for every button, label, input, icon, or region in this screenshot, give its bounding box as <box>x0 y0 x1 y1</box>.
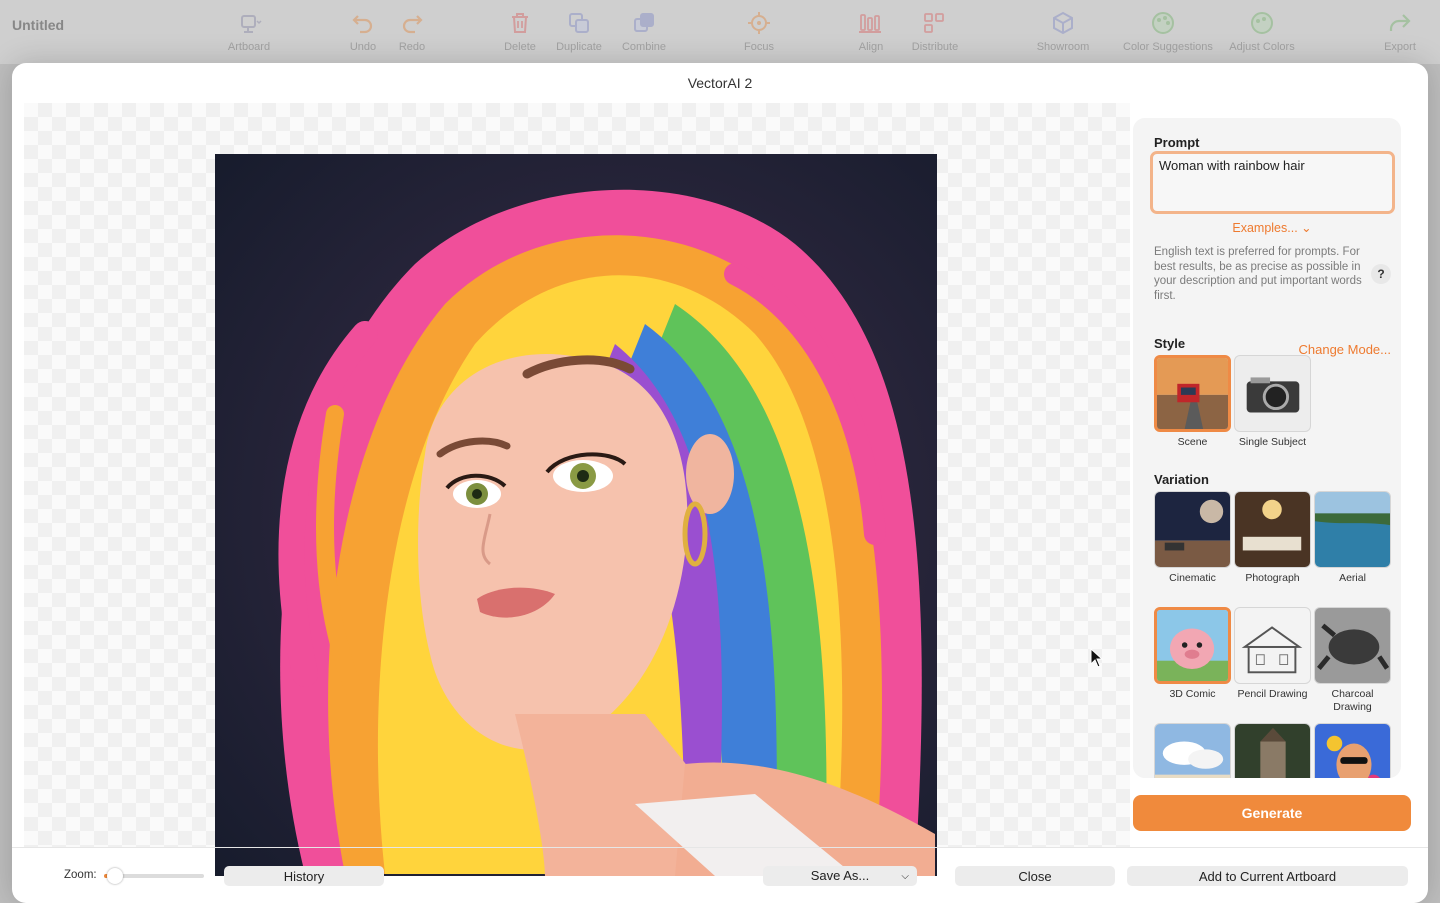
variation-pencil-drawing[interactable]: Pencil Drawing <box>1234 607 1311 701</box>
zoom-slider[interactable] <box>104 868 204 884</box>
variation-aerial[interactable]: Aerial <box>1314 491 1391 585</box>
help-button[interactable]: ? <box>1371 264 1391 284</box>
variation-option-9[interactable] <box>1314 723 1391 778</box>
aerial-thumbnail <box>1314 491 1391 568</box>
variation-photograph[interactable]: Photograph <box>1234 491 1311 585</box>
3d-comic-thumbnail <box>1154 607 1231 684</box>
single-subject-thumbnail <box>1234 355 1311 432</box>
variation-option-8[interactable] <box>1234 723 1311 778</box>
save-as-label: Save As... <box>810 868 870 883</box>
clouds-thumbnail <box>1154 723 1231 778</box>
variation-label: Variation <box>1154 472 1209 487</box>
close-button[interactable]: Close <box>955 866 1115 886</box>
preview-canvas[interactable] <box>24 103 1130 876</box>
cinematic-thumbnail <box>1154 491 1231 568</box>
vectorai-dialog: VectorAI 2 Prompt Woman with rainbow hai… <box>12 63 1428 903</box>
generated-image <box>215 154 937 876</box>
style-option-single-subject[interactable]: Single Subject <box>1234 355 1311 449</box>
prompt-input[interactable]: Woman with rainbow hair <box>1150 151 1395 214</box>
variation-option-7[interactable] <box>1154 723 1231 778</box>
footer-divider <box>12 847 1428 848</box>
zoom-slider-knob[interactable] <box>107 868 123 884</box>
generate-button[interactable]: Generate <box>1133 795 1411 831</box>
history-button[interactable]: History <box>224 866 384 886</box>
prompt-hint: English text is preferred for prompts. F… <box>1154 246 1362 302</box>
change-mode-link[interactable]: Change Mode... <box>1298 342 1391 357</box>
chevron-down-icon: ⌵ <box>901 871 909 882</box>
variation-3d-comic[interactable]: 3D Comic <box>1154 607 1231 701</box>
style-label: Style <box>1154 336 1186 351</box>
style-option-scene[interactable]: Scene <box>1154 355 1231 449</box>
castle-thumbnail <box>1234 723 1311 778</box>
pencil-drawing-thumbnail <box>1234 607 1311 684</box>
pop-art-thumbnail <box>1314 723 1391 778</box>
variation-charcoal-drawing[interactable]: Charcoal Drawing <box>1314 607 1391 714</box>
photograph-thumbnail <box>1234 491 1311 568</box>
charcoal-drawing-thumbnail <box>1314 607 1391 684</box>
save-as-dropdown[interactable]: Save As... ⌵ <box>763 866 917 886</box>
examples-dropdown[interactable]: Examples... ⌄ <box>1133 220 1401 235</box>
dialog-title: VectorAI 2 <box>687 75 753 91</box>
scene-thumbnail <box>1154 355 1231 432</box>
prompt-label: Prompt <box>1154 135 1200 150</box>
zoom-label: Zoom: <box>64 869 97 881</box>
settings-panel: Prompt Woman with rainbow hair Examples.… <box>1133 118 1401 778</box>
variation-cinematic[interactable]: Cinematic <box>1154 491 1231 585</box>
mouse-pointer-icon <box>1090 648 1104 668</box>
add-to-artboard-button[interactable]: Add to Current Artboard <box>1127 866 1408 886</box>
